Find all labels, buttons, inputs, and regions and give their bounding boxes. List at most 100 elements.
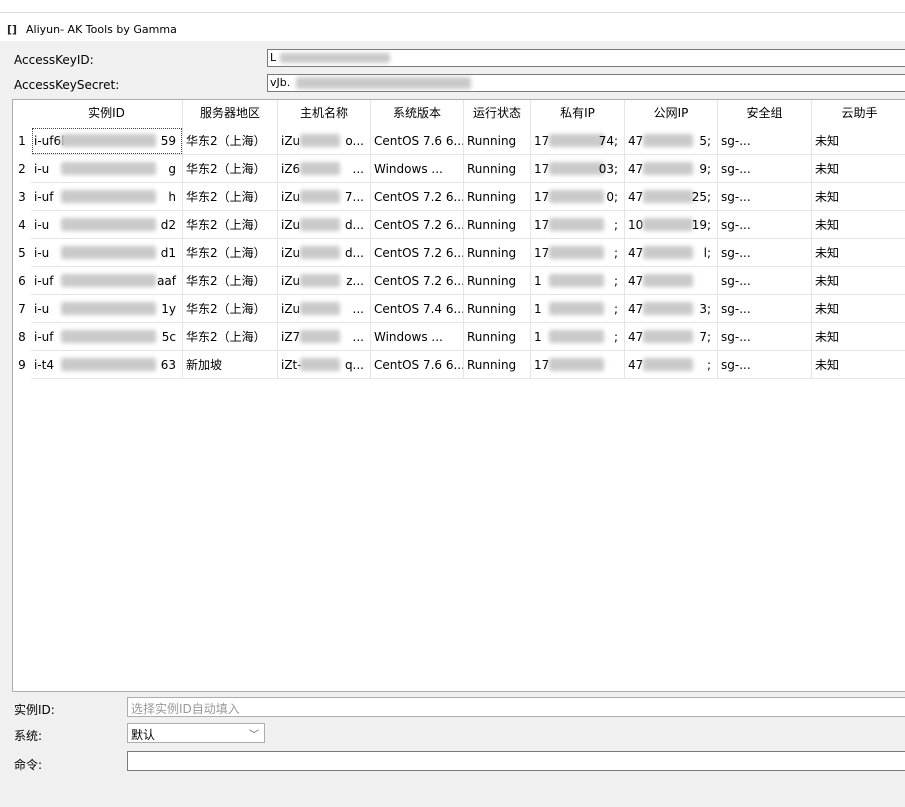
table-row[interactable]: 1 i-uf6l 59 华东2（上海） iZu o... CentOS 7.6 6... Ru… <box>13 127 905 155</box>
instance-id-cell[interactable]: i-u d1 <box>31 239 183 267</box>
status-cell[interactable]: Running <box>464 351 531 379</box>
security-group-cell[interactable]: sg-... <box>718 295 812 323</box>
access-key-id-field[interactable]: L <box>267 49 905 67</box>
region-cell[interactable]: 华东2（上海） <box>183 183 278 211</box>
security-group-cell[interactable]: sg-... <box>718 127 812 155</box>
region-cell[interactable]: 华东2（上海） <box>183 239 278 267</box>
status-cell[interactable]: Running <box>464 211 531 239</box>
instance-id-cell[interactable]: i-u 1y <box>31 295 183 323</box>
cloud-assistant-cell[interactable]: 未知 <box>812 155 905 183</box>
hostname-cell[interactable]: iZu o... <box>278 127 371 155</box>
col-os-version-header[interactable]: 系统版本 <box>371 100 464 127</box>
private-ip-cell[interactable]: 1; <box>531 267 625 295</box>
region-cell[interactable]: 华东2（上海） <box>183 267 278 295</box>
command-input[interactable] <box>127 751 905 771</box>
region-cell[interactable]: 华东2（上海） <box>183 127 278 155</box>
security-group-cell[interactable]: sg-... <box>718 267 812 295</box>
os-version-cell[interactable]: CentOS 7.2 6... <box>371 267 464 295</box>
col-instance-id-header[interactable]: 实例ID <box>31 100 183 127</box>
cloud-assistant-cell[interactable]: 未知 <box>812 323 905 351</box>
security-group-cell[interactable]: sg-... <box>718 239 812 267</box>
private-ip-cell[interactable]: 17; <box>531 211 625 239</box>
private-ip-cell[interactable]: 17; <box>531 239 625 267</box>
status-cell[interactable]: Running <box>464 295 531 323</box>
col-cloud-assistant-header[interactable]: 云助手 <box>812 100 905 127</box>
os-version-cell[interactable]: CentOS 7.2 6... <box>371 183 464 211</box>
private-ip-cell[interactable]: 17 74; <box>531 127 625 155</box>
status-cell[interactable]: Running <box>464 183 531 211</box>
instance-table[interactable]: 实例ID 服务器地区 主机名称 系统版本 运行状态 私有IP 公网IP 安全组 云助手 1 i-u… <box>12 99 905 692</box>
security-group-cell[interactable]: sg-... <box>718 155 812 183</box>
public-ip-cell[interactable]: 47 <box>625 267 718 295</box>
cloud-assistant-cell[interactable]: 未知 <box>812 239 905 267</box>
hostname-cell[interactable]: iZ7... <box>278 323 371 351</box>
table-row[interactable]: 2 i-u g 华东2（上海） iZ6... Windows ... Running 17 03… <box>13 155 905 183</box>
private-ip-cell[interactable]: 1; <box>531 323 625 351</box>
hostname-cell[interactable]: iZu 7... <box>278 183 371 211</box>
os-version-cell[interactable]: CentOS 7.6 6... <box>371 351 464 379</box>
status-cell[interactable]: Running <box>464 323 531 351</box>
hostname-cell[interactable]: iZu d... <box>278 239 371 267</box>
table-row[interactable]: 6 i-uf aaf 华东2（上海） iZu z... CentOS 7.2 6... Run… <box>13 267 905 295</box>
instance-id-cell[interactable]: i-uf6l 59 <box>31 127 183 155</box>
table-row[interactable]: 7 i-u 1y 华东2（上海） iZu... CentOS 7.4 6... Runnin… <box>13 295 905 323</box>
region-cell[interactable]: 华东2（上海） <box>183 155 278 183</box>
region-cell[interactable]: 新加坡 <box>183 351 278 379</box>
col-public-ip-header[interactable]: 公网IP <box>625 100 718 127</box>
cloud-assistant-cell[interactable]: 未知 <box>812 127 905 155</box>
status-cell[interactable]: Running <box>464 155 531 183</box>
os-version-cell[interactable]: CentOS 7.6 6... <box>371 127 464 155</box>
public-ip-cell[interactable]: 47 5; <box>625 127 718 155</box>
security-group-cell[interactable]: sg-... <box>718 183 812 211</box>
region-cell[interactable]: 华东2（上海） <box>183 323 278 351</box>
instance-id-cell[interactable]: i-uf h <box>31 183 183 211</box>
private-ip-cell[interactable]: 17 0; <box>531 183 625 211</box>
public-ip-cell[interactable]: 10 19; <box>625 211 718 239</box>
hostname-cell[interactable]: iZ6... <box>278 155 371 183</box>
col-security-group-header[interactable]: 安全组 <box>718 100 812 127</box>
col-status-header[interactable]: 运行状态 <box>464 100 531 127</box>
private-ip-cell[interactable]: 17 <box>531 351 625 379</box>
col-hostname-header[interactable]: 主机名称 <box>278 100 371 127</box>
region-cell[interactable]: 华东2（上海） <box>183 295 278 323</box>
cloud-assistant-cell[interactable]: 未知 <box>812 267 905 295</box>
private-ip-cell[interactable]: 1; <box>531 295 625 323</box>
hostname-cell[interactable]: iZu z... <box>278 267 371 295</box>
region-cell[interactable]: 华东2（上海） <box>183 211 278 239</box>
col-private-ip-header[interactable]: 私有IP <box>531 100 625 127</box>
os-version-cell[interactable]: Windows ... <box>371 155 464 183</box>
instance-id-cell[interactable]: i-u g <box>31 155 183 183</box>
public-ip-cell[interactable]: 47 7; <box>625 323 718 351</box>
table-row[interactable]: 4 i-u d2 华东2（上海） iZu d... CentOS 7.2 6... Runni… <box>13 211 905 239</box>
security-group-cell[interactable]: sg-... <box>718 323 812 351</box>
instance-id-cell[interactable]: i-t4 63 <box>31 351 183 379</box>
private-ip-cell[interactable]: 17 03; <box>531 155 625 183</box>
status-cell[interactable]: Running <box>464 267 531 295</box>
cloud-assistant-cell[interactable]: 未知 <box>812 183 905 211</box>
status-cell[interactable]: Running <box>464 127 531 155</box>
cloud-assistant-cell[interactable]: 未知 <box>812 351 905 379</box>
os-version-cell[interactable]: CentOS 7.2 6... <box>371 239 464 267</box>
table-row[interactable]: 8 i-uf 5c 华东2（上海） iZ7... Windows ... Running 1;… <box>13 323 905 351</box>
table-row[interactable]: 3 i-uf h 华东2（上海） iZu 7... CentOS 7.2 6... Runni… <box>13 183 905 211</box>
public-ip-cell[interactable]: 47 9; <box>625 155 718 183</box>
status-cell[interactable]: Running <box>464 239 531 267</box>
cloud-assistant-cell[interactable]: 未知 <box>812 295 905 323</box>
hostname-cell[interactable]: iZu d... <box>278 211 371 239</box>
table-row[interactable]: 5 i-u d1 华东2（上海） iZu d... CentOS 7.2 6... Runni… <box>13 239 905 267</box>
public-ip-cell[interactable]: 47 l; <box>625 239 718 267</box>
hostname-cell[interactable]: iZu... <box>278 295 371 323</box>
public-ip-cell[interactable]: 47 25; <box>625 183 718 211</box>
table-row[interactable]: 9 i-t4 63 新加坡 iZt-q... CentOS 7.6 6... Running… <box>13 351 905 379</box>
instance-id-cell[interactable]: i-u d2 <box>31 211 183 239</box>
instance-id-cell[interactable]: i-uf aaf <box>31 267 183 295</box>
security-group-cell[interactable]: sg-... <box>718 211 812 239</box>
access-key-secret-field[interactable]: vJb. <box>267 74 905 92</box>
os-version-cell[interactable]: CentOS 7.4 6... <box>371 295 464 323</box>
instance-id-cell[interactable]: i-uf 5c <box>31 323 183 351</box>
os-version-cell[interactable]: CentOS 7.2 6... <box>371 211 464 239</box>
security-group-cell[interactable]: sg-... <box>718 351 812 379</box>
system-select[interactable]: 默认 ﹀ <box>127 723 265 743</box>
os-version-cell[interactable]: Windows ... <box>371 323 464 351</box>
col-region-header[interactable]: 服务器地区 <box>183 100 278 127</box>
